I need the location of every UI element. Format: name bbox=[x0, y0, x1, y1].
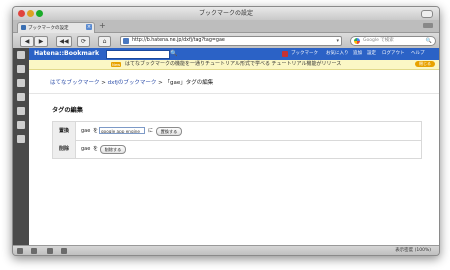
close-tab-icon[interactable]: × bbox=[86, 24, 92, 30]
url-dropdown-icon[interactable]: ▾ bbox=[336, 37, 339, 45]
breadcrumb-separator: > bbox=[99, 80, 108, 86]
google-icon[interactable] bbox=[354, 38, 360, 44]
breadcrumb-root-link[interactable]: はてなブックマーク bbox=[50, 80, 100, 86]
breadcrumb-current: 「gae」タグの編集 bbox=[164, 80, 214, 86]
settings-icon[interactable] bbox=[61, 248, 67, 254]
replace-particle: を bbox=[93, 128, 99, 134]
site-identity-icon[interactable] bbox=[123, 38, 129, 44]
replace-button[interactable]: 置換する bbox=[156, 127, 182, 136]
nav-link-favorites[interactable]: お気に入り bbox=[326, 48, 349, 60]
status-bar: 表示密度 (100%) bbox=[13, 245, 439, 255]
search-box[interactable]: Google で検索 🔍 bbox=[350, 36, 436, 46]
nav-link-logout[interactable]: ログアウト bbox=[382, 48, 405, 60]
home-button[interactable]: ⌂ bbox=[98, 36, 111, 47]
url-bar[interactable]: http://b.hatena.ne.jp/dxfj/tag?tag=gae ▾ bbox=[120, 36, 342, 46]
history-button[interactable]: ◀◀ bbox=[56, 36, 72, 47]
replace-label: 置換 bbox=[53, 122, 76, 140]
replace-row: 置換 gae を google app engine に 置換する bbox=[53, 122, 421, 141]
title-bar: ブックマークの設定 bbox=[13, 7, 439, 20]
zoom-status[interactable]: 表示密度 (100%) bbox=[395, 246, 431, 255]
hatena-favicon-icon bbox=[21, 25, 26, 30]
hatena-search-icon[interactable]: 🔍 bbox=[170, 50, 177, 58]
replace-input[interactable]: google app engine bbox=[99, 127, 145, 134]
sidebar-download-icon[interactable] bbox=[17, 107, 25, 115]
magnifier-icon[interactable]: 🔍 bbox=[426, 37, 432, 45]
delete-button[interactable]: 削除する bbox=[100, 145, 126, 154]
nav-link-bookmark[interactable]: ブックマーク bbox=[291, 48, 318, 60]
nav-link-add[interactable]: 追加 bbox=[353, 48, 362, 60]
forward-button[interactable]: ▶ bbox=[34, 36, 48, 47]
window-title: ブックマークの設定 bbox=[198, 10, 253, 17]
tab-bar: ブックマークの設定 × + bbox=[13, 20, 439, 33]
hatena-search-input[interactable] bbox=[106, 50, 170, 59]
sidebar-history-icon[interactable] bbox=[17, 121, 25, 129]
developer-icon[interactable] bbox=[31, 248, 37, 254]
tag-edit-table: 置換 gae を google app engine に 置換する 削除 gae… bbox=[52, 121, 422, 159]
sidebar-add-icon[interactable] bbox=[17, 135, 25, 143]
page-content: Hatena::Bookmark 🔍 ブックマーク お気に入り 追加 設定 ログ… bbox=[29, 48, 439, 245]
search-placeholder: Google で検索 bbox=[363, 38, 394, 43]
replace-particle2: に bbox=[148, 128, 154, 134]
sidebar-home-icon[interactable] bbox=[17, 51, 25, 59]
new-badge: New bbox=[111, 62, 122, 67]
toolbar-toggle-icon[interactable] bbox=[421, 10, 433, 18]
sidebar-camera-icon[interactable] bbox=[17, 65, 25, 73]
tab-list-icon[interactable] bbox=[423, 23, 433, 28]
navigation-toolbar: ◀ ▶ ◀◀ ⟳ ⌂ http://b.hatena.ne.jp/dxfj/ta… bbox=[13, 33, 439, 49]
tab-bookmark-settings[interactable]: ブックマークの設定 × bbox=[17, 22, 95, 33]
notice-close-button[interactable]: 閉じる bbox=[415, 61, 435, 67]
delete-tag: gae bbox=[81, 146, 91, 152]
replace-tag: gae bbox=[81, 128, 91, 134]
back-button[interactable]: ◀ bbox=[20, 36, 34, 47]
notice-text[interactable]: はてなブックマークの機能を一通りチュートリアル形式で学べる チュートリアル機能が… bbox=[125, 60, 341, 69]
user-icon[interactable] bbox=[282, 51, 288, 57]
breadcrumb-user-link[interactable]: dxfjのブックマーク bbox=[108, 80, 157, 86]
delete-label: 削除 bbox=[53, 140, 76, 158]
delete-particle: を bbox=[93, 146, 99, 152]
new-tab-button[interactable]: + bbox=[99, 21, 106, 31]
hatena-header: Hatena::Bookmark 🔍 ブックマーク お気に入り 追加 設定 ログ… bbox=[29, 48, 439, 60]
notice-bar: New はてなブックマークの機能を一通りチュートリアル形式で学べる チュートリア… bbox=[29, 60, 439, 70]
tab-label: ブックマークの設定 bbox=[28, 26, 69, 31]
breadcrumb: はてなブックマーク > dxfjのブックマーク > 「gae」タグの編集 bbox=[50, 78, 213, 86]
nav-link-help[interactable]: ヘルプ bbox=[411, 48, 425, 60]
nav-link-settings[interactable]: 設定 bbox=[367, 48, 376, 60]
share-icon[interactable] bbox=[47, 248, 53, 254]
sidebar bbox=[13, 48, 29, 245]
reload-button[interactable]: ⟳ bbox=[77, 36, 90, 47]
browser-window: ブックマークの設定 ブックマークの設定 × + ◀ ▶ ◀◀ ⟳ ⌂ http:… bbox=[12, 6, 440, 256]
addon-bar-icon[interactable] bbox=[17, 248, 23, 254]
sidebar-bookmarks-icon[interactable] bbox=[17, 93, 25, 101]
sidebar-share-icon[interactable] bbox=[17, 79, 25, 87]
divider bbox=[29, 93, 439, 94]
section-title: タグの編集 bbox=[52, 107, 83, 114]
url-text: http://b.hatena.ne.jp/dxfj/tag?tag=gae bbox=[132, 38, 225, 43]
hatena-logo[interactable]: Hatena::Bookmark bbox=[34, 49, 99, 59]
delete-row: 削除 gae を 削除する bbox=[53, 140, 421, 158]
